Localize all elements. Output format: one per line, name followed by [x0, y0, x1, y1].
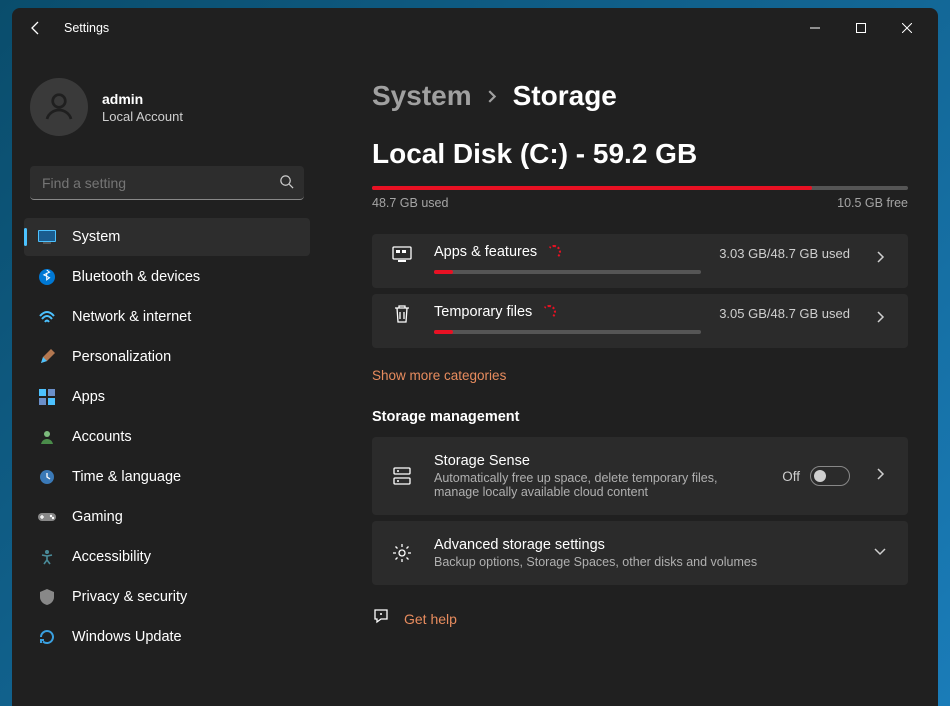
- category-usage-bar: [434, 330, 701, 334]
- storage-sense-toggle[interactable]: [810, 466, 850, 486]
- personalization-icon: [38, 348, 56, 366]
- category-apps-features[interactable]: Apps & features 3.03 GB/48.7 GB used: [372, 234, 908, 288]
- nav-gaming[interactable]: Gaming: [24, 498, 310, 536]
- nav-list: System Bluetooth & devices Network & int…: [24, 218, 310, 656]
- category-stat: 3.03 GB/48.7 GB used: [719, 244, 850, 261]
- disk-free-label: 10.5 GB free: [837, 196, 908, 210]
- toggle-state-label: Off: [782, 469, 800, 484]
- minimize-button[interactable]: [792, 12, 838, 44]
- breadcrumb: System Storage: [372, 80, 908, 112]
- storage-sense-row[interactable]: Storage Sense Automatically free up spac…: [372, 437, 908, 515]
- nav-network[interactable]: Network & internet: [24, 298, 310, 336]
- nav-accounts[interactable]: Accounts: [24, 418, 310, 456]
- nav-apps[interactable]: Apps: [24, 378, 310, 416]
- search-icon: [279, 174, 294, 194]
- nav-label: Privacy & security: [72, 589, 187, 605]
- storage-sense-subtitle: Automatically free up space, delete temp…: [434, 471, 764, 499]
- close-button[interactable]: [884, 12, 930, 44]
- gear-icon: [388, 543, 416, 563]
- category-name: Temporary files: [434, 304, 532, 320]
- nav-bluetooth[interactable]: Bluetooth & devices: [24, 258, 310, 296]
- close-icon: [902, 23, 912, 33]
- minimize-icon: [810, 23, 820, 33]
- nav-update[interactable]: Windows Update: [24, 618, 310, 656]
- accessibility-icon: [38, 548, 56, 566]
- nav-accessibility[interactable]: Accessibility: [24, 538, 310, 576]
- disk-used-label: 48.7 GB used: [372, 196, 448, 210]
- apps-features-icon: [388, 244, 416, 264]
- nav-label: System: [72, 229, 120, 245]
- trash-icon: [388, 304, 416, 324]
- nav-label: Network & internet: [72, 309, 191, 325]
- category-temporary-files[interactable]: Temporary files 3.05 GB/48.7 GB used: [372, 294, 908, 348]
- loading-spinner-icon: [547, 245, 561, 259]
- gaming-icon: [38, 508, 56, 526]
- privacy-icon: [38, 588, 56, 606]
- chevron-down-icon[interactable]: [868, 538, 892, 568]
- category-stat: 3.05 GB/48.7 GB used: [719, 304, 850, 321]
- user-block[interactable]: admin Local Account: [30, 78, 310, 136]
- avatar: [30, 78, 88, 136]
- user-type: Local Account: [102, 109, 183, 124]
- chevron-right-icon: [486, 90, 499, 103]
- disk-title: Local Disk (C:) - 59.2 GB: [372, 138, 908, 170]
- bluetooth-icon: [38, 268, 56, 286]
- breadcrumb-current: Storage: [513, 80, 617, 112]
- chevron-right-icon[interactable]: [868, 461, 892, 491]
- disk-usage-bar: [372, 186, 908, 190]
- maximize-button[interactable]: [838, 12, 884, 44]
- get-help-link[interactable]: Get help: [404, 611, 457, 627]
- user-name: admin: [102, 90, 183, 108]
- chevron-right-icon[interactable]: [868, 304, 892, 334]
- advanced-storage-title: Advanced storage settings: [434, 537, 605, 553]
- advanced-storage-subtitle: Backup options, Storage Spaces, other di…: [434, 555, 794, 569]
- nav-system[interactable]: System: [24, 218, 310, 256]
- nav-label: Windows Update: [72, 629, 182, 645]
- network-icon: [38, 308, 56, 326]
- time-icon: [38, 468, 56, 486]
- user-icon: [41, 89, 77, 125]
- chevron-right-icon[interactable]: [868, 244, 892, 274]
- nav-time[interactable]: Time & language: [24, 458, 310, 496]
- back-button[interactable]: [20, 12, 52, 44]
- nav-label: Personalization: [72, 349, 171, 365]
- loading-spinner-icon: [542, 305, 556, 319]
- update-icon: [38, 628, 56, 646]
- nav-label: Bluetooth & devices: [72, 269, 200, 285]
- system-icon: [38, 228, 56, 246]
- nav-label: Accounts: [72, 429, 132, 445]
- breadcrumb-parent[interactable]: System: [372, 80, 472, 112]
- advanced-storage-row[interactable]: Advanced storage settings Backup options…: [372, 521, 908, 585]
- nav-privacy[interactable]: Privacy & security: [24, 578, 310, 616]
- arrow-left-icon: [28, 20, 44, 36]
- category-usage-bar: [434, 270, 701, 274]
- window-title: Settings: [64, 21, 109, 35]
- maximize-icon: [856, 23, 866, 33]
- nav-personalization[interactable]: Personalization: [24, 338, 310, 376]
- storage-sense-icon: [388, 466, 416, 486]
- nav-label: Gaming: [72, 509, 123, 525]
- apps-icon: [38, 388, 56, 406]
- category-name: Apps & features: [434, 244, 537, 260]
- search-input[interactable]: [30, 166, 304, 200]
- show-more-categories[interactable]: Show more categories: [372, 368, 506, 383]
- storage-sense-title: Storage Sense: [434, 453, 530, 469]
- get-help-icon: [372, 607, 390, 630]
- nav-label: Apps: [72, 389, 105, 405]
- nav-label: Time & language: [72, 469, 181, 485]
- nav-label: Accessibility: [72, 549, 151, 565]
- accounts-icon: [38, 428, 56, 446]
- storage-management-title: Storage management: [372, 409, 908, 425]
